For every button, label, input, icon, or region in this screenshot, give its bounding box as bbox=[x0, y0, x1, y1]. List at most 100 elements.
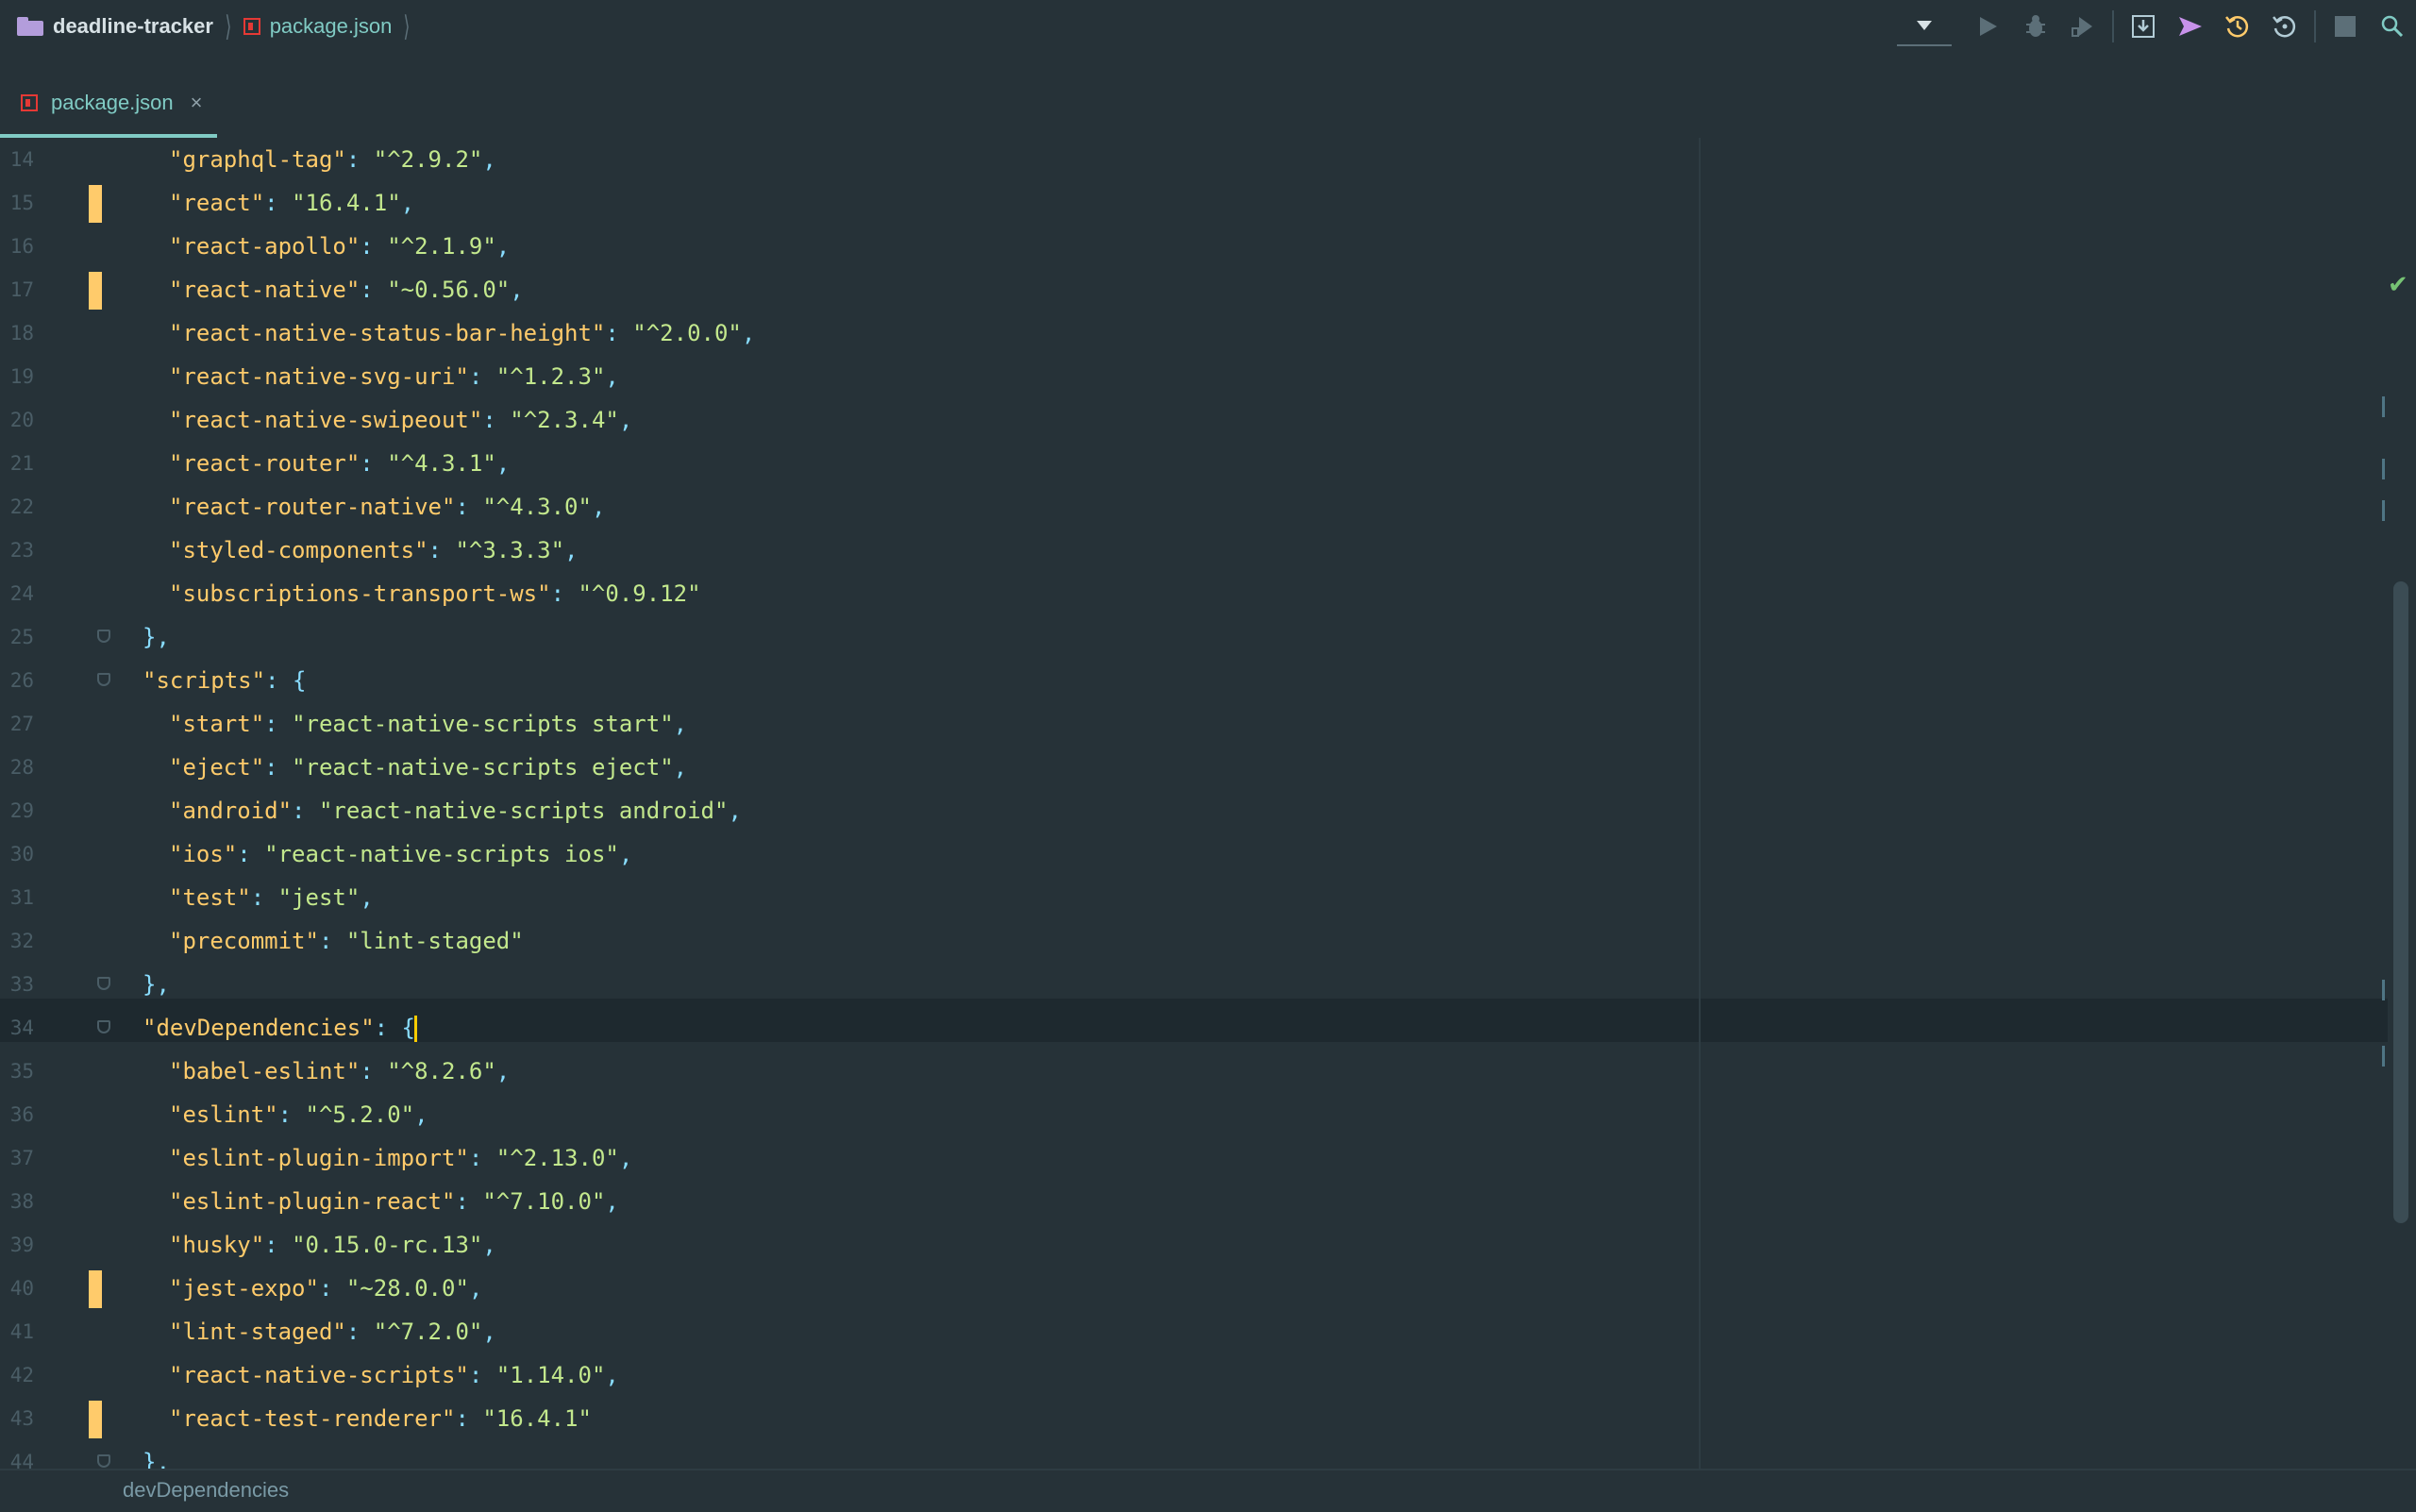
vcs-history-icon bbox=[2225, 16, 2249, 38]
stop-button[interactable] bbox=[2322, 0, 2369, 53]
code-line[interactable]: 26 "scripts": { bbox=[0, 659, 2388, 702]
code-line[interactable]: 21 "react-router": "^4.3.1", bbox=[0, 442, 2388, 485]
code-text: "react-apollo": "^2.1.9", bbox=[169, 233, 511, 260]
scrollbar-change-marker[interactable] bbox=[2382, 500, 2385, 521]
code-line[interactable]: 22 "react-router-native": "^4.3.0", bbox=[0, 485, 2388, 529]
vcs-change-marker[interactable] bbox=[89, 272, 102, 310]
code-line[interactable]: 43 "react-test-renderer": "16.4.1" bbox=[0, 1397, 2388, 1440]
code-editor[interactable]: 14 "graphql-tag": "^2.9.2", 15 "react": "16… bbox=[0, 138, 2416, 1475]
tab-package-json[interactable]: package.json × bbox=[0, 72, 217, 138]
code-text: "eject": "react-native-scripts eject", bbox=[169, 754, 688, 781]
vcs-update-button[interactable] bbox=[2120, 0, 2167, 53]
breadcrumb-file[interactable]: package.json bbox=[243, 14, 393, 39]
code-line[interactable]: 39 "husky": "0.15.0-rc.13", bbox=[0, 1223, 2388, 1267]
code-line[interactable]: 16 "react-apollo": "^2.1.9", bbox=[0, 225, 2388, 268]
code-line[interactable]: 27 "start": "react-native-scripts start", bbox=[0, 702, 2388, 746]
npm-file-icon bbox=[243, 18, 260, 35]
code-line[interactable]: 37 "eslint-plugin-import": "^2.13.0", bbox=[0, 1136, 2388, 1180]
vcs-change-marker[interactable] bbox=[89, 1401, 102, 1438]
code-line[interactable]: 36 "eslint": "^5.2.0", bbox=[0, 1093, 2388, 1136]
vcs-change-marker[interactable] bbox=[89, 185, 102, 223]
stop-icon bbox=[2335, 16, 2356, 37]
line-number: 25 bbox=[9, 626, 34, 648]
line-number: 38 bbox=[9, 1190, 34, 1213]
scrollbar-change-marker[interactable] bbox=[2382, 1046, 2385, 1067]
run-coverage-button[interactable] bbox=[2059, 0, 2106, 53]
code-line[interactable]: 40 "jest-expo": "~28.0.0", bbox=[0, 1267, 2388, 1310]
close-icon[interactable]: × bbox=[191, 91, 203, 115]
run-button[interactable] bbox=[1965, 0, 2012, 53]
line-number: 23 bbox=[9, 539, 34, 562]
scrollbar-change-marker[interactable] bbox=[2382, 980, 2385, 1000]
tab-label[interactable]: package.json bbox=[51, 91, 174, 115]
line-number: 18 bbox=[9, 322, 34, 344]
code-line[interactable]: 42 "react-native-scripts": "1.14.0", bbox=[0, 1353, 2388, 1397]
navigation-bar: deadline-tracker ⟩ package.json ⟩ bbox=[0, 0, 2416, 53]
code-line[interactable]: 30 "ios": "react-native-scripts ios", bbox=[0, 832, 2388, 876]
fold-toggle-icon[interactable] bbox=[97, 673, 110, 686]
code-text: "react-test-renderer": "16.4.1" bbox=[169, 1405, 592, 1432]
scrollbar-change-marker[interactable] bbox=[2382, 396, 2385, 417]
code-text: "react-native-status-bar-height": "^2.0.… bbox=[169, 320, 756, 346]
status-breadcrumb[interactable]: devDependencies bbox=[123, 1478, 289, 1503]
line-number: 19 bbox=[9, 365, 34, 388]
code-line[interactable]: 19 "react-native-svg-uri": "^1.2.3", bbox=[0, 355, 2388, 398]
code-text: "babel-eslint": "^8.2.6", bbox=[169, 1058, 511, 1084]
code-text: "styled-components": "^3.3.3", bbox=[169, 537, 579, 563]
code-line[interactable]: 25}, bbox=[0, 615, 2388, 659]
code-text: "react-router-native": "^4.3.0", bbox=[169, 494, 606, 520]
debug-button[interactable] bbox=[2012, 0, 2059, 53]
code-text: "android": "react-native-scripts android… bbox=[169, 798, 742, 824]
search-everywhere-button[interactable] bbox=[2369, 0, 2416, 53]
fold-toggle-icon[interactable] bbox=[97, 977, 110, 990]
fold-toggle-icon[interactable] bbox=[97, 630, 110, 643]
code-line[interactable]: 33}, bbox=[0, 963, 2388, 1006]
line-number: 36 bbox=[9, 1103, 34, 1126]
code-line[interactable]: 41 "lint-staged": "^7.2.0", bbox=[0, 1310, 2388, 1353]
code-text: "ios": "react-native-scripts ios", bbox=[169, 841, 633, 867]
vcs-push-button[interactable] bbox=[2167, 0, 2214, 53]
project-name[interactable]: deadline-tracker bbox=[53, 14, 213, 39]
rollback-button[interactable] bbox=[2261, 0, 2308, 53]
fold-toggle-icon[interactable] bbox=[97, 1020, 110, 1033]
code-line[interactable]: 20 "react-native-swipeout": "^2.3.4", bbox=[0, 398, 2388, 442]
inspection-ok-check-icon[interactable]: ✔ bbox=[2388, 270, 2408, 299]
line-number: 39 bbox=[9, 1234, 34, 1256]
npm-file-icon bbox=[21, 94, 38, 111]
code-line[interactable]: 14 "graphql-tag": "^2.9.2", bbox=[0, 138, 2388, 181]
line-number: 28 bbox=[9, 756, 34, 779]
scrollbar-change-marker[interactable] bbox=[2382, 459, 2385, 479]
code-text: "react-router": "^4.3.1", bbox=[169, 450, 511, 477]
line-number: 17 bbox=[9, 278, 34, 301]
code-line[interactable]: 17 "react-native": "~0.56.0", bbox=[0, 268, 2388, 311]
code-text: }, bbox=[143, 971, 170, 998]
code-text: "precommit": "lint-staged" bbox=[169, 928, 524, 954]
code-line[interactable]: 15 "react": "16.4.1", bbox=[0, 181, 2388, 225]
line-number: 41 bbox=[9, 1320, 34, 1343]
vertical-scrollbar[interactable] bbox=[2393, 581, 2408, 1223]
code-line[interactable]: 32 "precommit": "lint-staged" bbox=[0, 919, 2388, 963]
vcs-history-button[interactable] bbox=[2214, 0, 2261, 53]
code-line[interactable]: 28 "eject": "react-native-scripts eject", bbox=[0, 746, 2388, 789]
code-line[interactable]: 35 "babel-eslint": "^8.2.6", bbox=[0, 1050, 2388, 1093]
vcs-change-marker[interactable] bbox=[89, 1270, 102, 1308]
code-line[interactable]: 23 "styled-components": "^3.3.3", bbox=[0, 529, 2388, 572]
breadcrumb-project[interactable]: deadline-tracker bbox=[17, 14, 213, 39]
line-number: 43 bbox=[9, 1407, 34, 1430]
code-text: "react-native": "~0.56.0", bbox=[169, 277, 524, 303]
code-line[interactable]: 38 "eslint-plugin-react": "^7.10.0", bbox=[0, 1180, 2388, 1223]
code-line[interactable]: 29 "android": "react-native-scripts andro… bbox=[0, 789, 2388, 832]
code-line[interactable]: 24 "subscriptions-transport-ws": "^0.9.12… bbox=[0, 572, 2388, 615]
code-line[interactable]: 18 "react-native-status-bar-height": "^2.… bbox=[0, 311, 2388, 355]
fold-toggle-icon[interactable] bbox=[97, 1454, 110, 1468]
line-number: 15 bbox=[9, 192, 34, 214]
code-text: "start": "react-native-scripts start", bbox=[169, 711, 688, 737]
file-name[interactable]: package.json bbox=[270, 14, 393, 39]
code-text: "subscriptions-transport-ws": "^0.9.12" bbox=[169, 580, 701, 607]
run-config-dropdown[interactable] bbox=[1897, 7, 1952, 46]
vcs-update-icon bbox=[2132, 15, 2155, 38]
code-line[interactable]: 31 "test": "jest", bbox=[0, 876, 2388, 919]
code-line[interactable]: 34 "devDependencies": { bbox=[0, 1006, 2388, 1050]
rollback-icon bbox=[2273, 16, 2296, 38]
main-toolbar bbox=[1897, 0, 2416, 53]
